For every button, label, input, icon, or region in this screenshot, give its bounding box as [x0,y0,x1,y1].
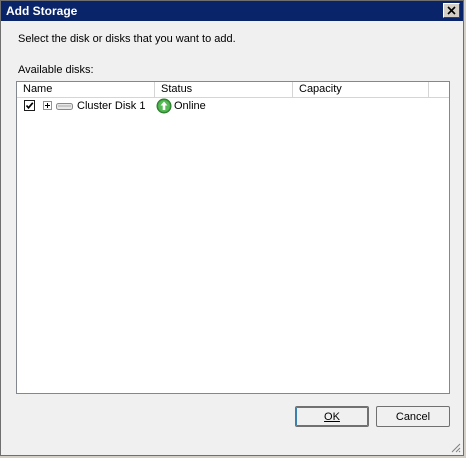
available-disks-list[interactable]: Name Status Capacity Cluster Disk 1 Onli… [16,81,450,394]
close-button[interactable] [443,3,460,18]
disk-status: Online [174,100,206,112]
close-icon [447,6,456,15]
window-title: Add Storage [6,4,78,18]
resize-grip-icon[interactable] [449,441,461,453]
column-header-status[interactable]: Status [155,82,293,97]
list-header: Name Status Capacity [17,82,449,98]
available-disks-label: Available disks: [18,64,94,76]
expand-toggle[interactable] [43,101,52,110]
column-header-name[interactable]: Name [17,82,155,97]
plus-icon [45,103,50,108]
instruction-text: Select the disk or disks that you want t… [18,33,236,45]
title-bar[interactable]: Add Storage [1,1,463,21]
disk-icon [56,103,73,110]
disk-name: Cluster Disk 1 [77,100,146,112]
column-header-filler [429,82,449,97]
ok-button[interactable]: OK [295,406,369,427]
table-row[interactable]: Cluster Disk 1 Online [17,98,449,116]
add-storage-dialog: Add Storage Select the disk or disks tha… [0,0,464,456]
ok-label: OK [324,411,340,423]
checkmark-icon [25,102,34,110]
disk-checkbox[interactable] [24,100,35,111]
cancel-button[interactable]: Cancel [376,406,450,427]
online-up-arrow-icon [156,98,172,114]
column-header-capacity[interactable]: Capacity [293,82,429,97]
